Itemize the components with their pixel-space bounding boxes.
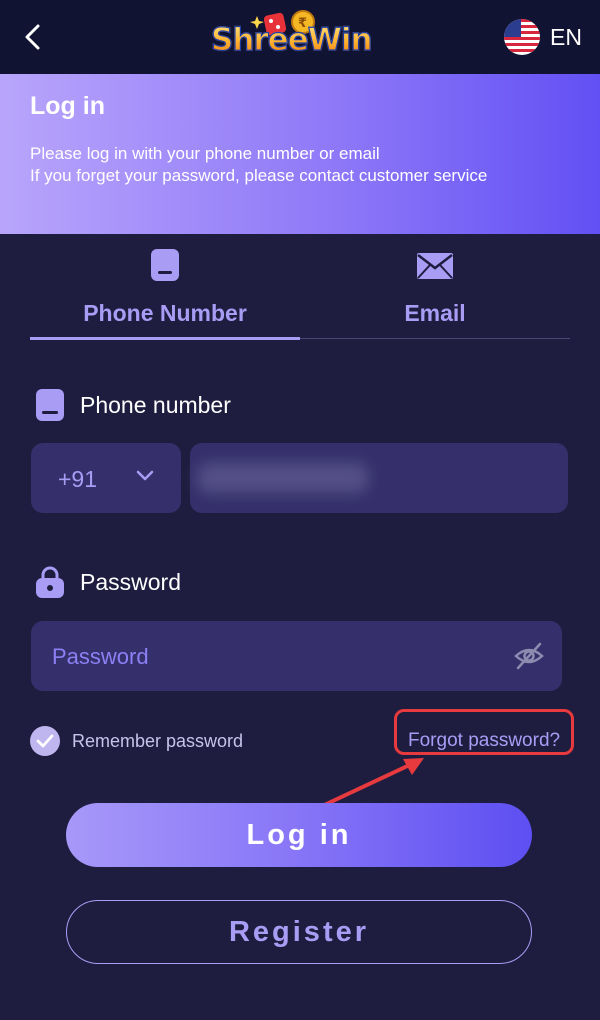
register-button-label: Register <box>228 915 370 948</box>
password-placeholder: Password <box>52 644 149 669</box>
language-label: EN <box>550 23 582 50</box>
phone-label: Phone number <box>80 391 231 418</box>
login-button-label: Log in <box>246 818 352 851</box>
language-selector[interactable]: EN <box>504 18 582 56</box>
login-tabs: Phone Number Email <box>30 234 570 340</box>
lock-icon <box>36 566 64 598</box>
header-banner: Log in Please log in with your phone num… <box>0 74 600 234</box>
country-code-value: +91 <box>58 466 98 492</box>
chevron-down-icon <box>136 470 154 481</box>
remember-password-label: Remember password <box>72 730 244 751</box>
app-logo: ₹ ShreeWin <box>205 8 385 68</box>
logo-text: ShreeWin <box>210 21 373 58</box>
login-page: ₹ ShreeWin EN Log in Please <box>0 0 600 1020</box>
password-label: Password <box>80 568 181 595</box>
page-title: Log in <box>30 92 105 120</box>
tab-phone-number-label: Phone Number <box>83 300 247 326</box>
back-button[interactable] <box>18 20 48 54</box>
phone-input[interactable] <box>190 443 568 513</box>
phone-icon <box>36 389 64 421</box>
eye-slash-icon[interactable] <box>514 641 544 671</box>
password-label-row: Password <box>34 565 181 599</box>
top-bar: ₹ ShreeWin EN <box>0 0 600 74</box>
phone-icon <box>151 249 179 281</box>
tab-phone-number[interactable]: Phone Number <box>30 234 300 340</box>
password-input[interactable]: Password <box>31 621 562 691</box>
us-flag-icon <box>504 19 541 55</box>
tab-email[interactable]: Email <box>300 234 570 339</box>
register-button[interactable]: Register <box>66 900 532 964</box>
login-button[interactable]: Log in <box>66 803 532 867</box>
country-code-select[interactable]: +91 <box>31 443 181 513</box>
redacted-phone-value <box>198 463 368 493</box>
envelope-icon <box>417 253 453 279</box>
chevron-left-icon <box>25 24 40 50</box>
phone-label-row: Phone number <box>34 388 231 422</box>
annotation-highlight-box <box>394 709 574 755</box>
checkmark-icon <box>30 726 60 756</box>
header-line-2: If you forget your password, please cont… <box>30 166 488 185</box>
remember-password-toggle[interactable]: Remember password <box>30 726 243 756</box>
tab-email-label: Email <box>404 300 466 326</box>
header-line-1: Please log in with your phone number or … <box>30 144 380 163</box>
